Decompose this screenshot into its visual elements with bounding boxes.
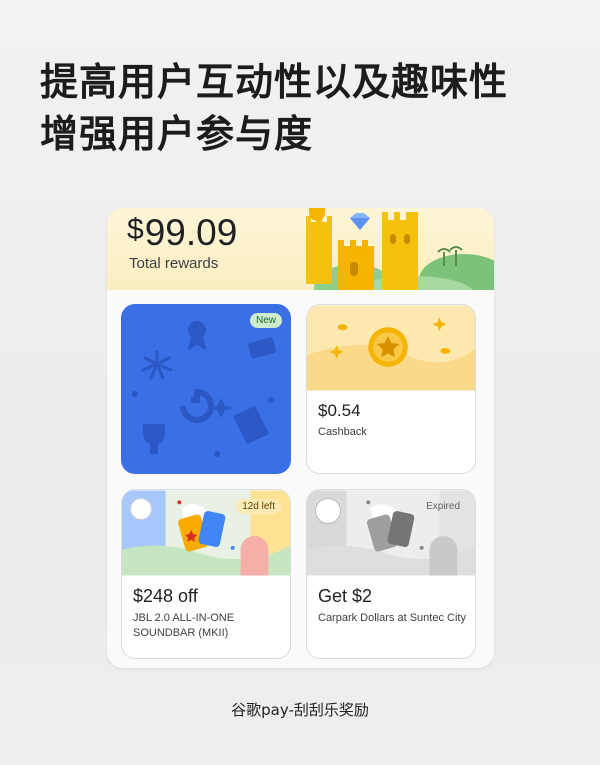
caption: 谷歌pay-刮刮乐奖励	[231, 701, 369, 719]
rewards-panel: $99.09 Total rewards New $0.54 Cashback …	[107, 208, 494, 668]
scratch-card-unscratched[interactable]: New	[121, 304, 291, 474]
expired-badge: Expired	[426, 501, 460, 512]
reward-card-cashback[interactable]: $0.54 Cashback	[306, 304, 476, 474]
jbl-offer-value: $248 off	[133, 586, 198, 606]
total-rewards-header: $99.09 Total rewards	[107, 208, 494, 290]
castle-illustration	[306, 208, 494, 290]
reward-card-jbl-offer[interactable]: 12d left $248 off JBL 2.0 ALL-IN-ONE SOU…	[121, 489, 291, 659]
brand-logo	[130, 498, 152, 520]
scratch-card-surface	[121, 304, 291, 474]
suntec-logo	[315, 498, 341, 524]
jbl-offer-description: JBL 2.0 ALL-IN-ONE SOUNDBAR (MKII)	[133, 612, 235, 639]
coin-illustration	[307, 305, 475, 391]
new-badge: New	[249, 313, 282, 328]
carpark-offer-value: Get $2	[318, 586, 373, 606]
headline-line-1: 提高用户互动性以及趣味性	[40, 60, 509, 104]
total-rewards-label: Total rewards	[129, 255, 219, 272]
headline: 提高用户互动性以及趣味性 增强用户参与度	[40, 56, 580, 160]
carpark-offer-description: Carpark Dollars at Suntec City	[318, 612, 466, 624]
total-rewards-amount: $99.09	[127, 212, 238, 253]
cashback-label: Cashback	[318, 426, 367, 438]
cashback-value: $0.54	[318, 401, 361, 420]
reward-card-expired-carpark[interactable]: Expired Get $2 Carpark Dollars at Suntec…	[306, 489, 476, 659]
headline-line-2: 增强用户参与度	[40, 112, 314, 156]
days-left-badge: 12d left	[236, 499, 281, 514]
